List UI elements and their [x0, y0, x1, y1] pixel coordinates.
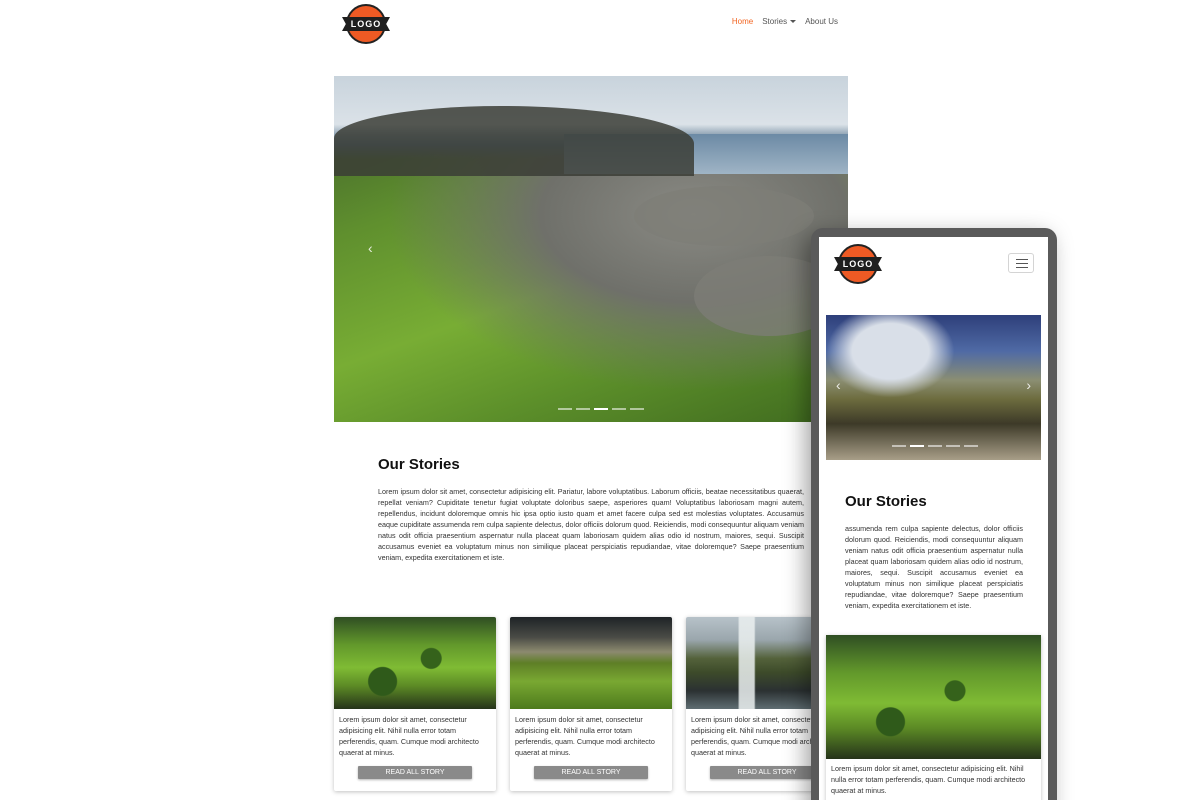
- carousel-indicator[interactable]: [946, 445, 960, 447]
- story-excerpt: Lorem ipsum dolor sit amet, consectetur …: [831, 764, 1026, 795]
- logo[interactable]: LOGO: [342, 4, 390, 44]
- hero-carousel: ‹: [334, 76, 848, 422]
- logo[interactable]: LOGO: [834, 244, 882, 284]
- story-cards: Lorem ipsum dolor sit amet, consectetur …: [334, 617, 848, 797]
- carousel-indicator[interactable]: [892, 445, 906, 447]
- story-card: Lorem ipsum dolor sit amet, consectetur …: [510, 617, 672, 791]
- story-image: [334, 617, 496, 709]
- logo-text: LOGO: [834, 257, 882, 271]
- stories-text: Lorem ipsum dolor sit amet, consectetur …: [378, 487, 804, 562]
- carousel-indicator[interactable]: [910, 445, 924, 447]
- phone-frame: LOGO ‹ › Our Stories assumenda rem culpa…: [811, 228, 1057, 800]
- carousel-indicator[interactable]: [964, 445, 978, 447]
- hamburger-icon: [1016, 263, 1028, 264]
- carousel-indicator[interactable]: [558, 408, 572, 410]
- desktop-nav: Home Stories About Us: [732, 17, 838, 26]
- carousel-indicator[interactable]: [594, 408, 608, 410]
- stories-text: assumenda rem culpa sapiente delectus, d…: [845, 524, 1023, 610]
- mockup-stage: LOGO Home Stories About Us ‹ Our Stories…: [0, 0, 1200, 800]
- story-card: Lorem ipsum dolor sit amet, consectetur …: [826, 635, 1041, 800]
- story-excerpt: Lorem ipsum dolor sit amet, consectetur …: [515, 715, 655, 757]
- mobile-hero-carousel: ‹ ›: [826, 315, 1041, 460]
- mobile-screen: LOGO ‹ › Our Stories assumenda rem culpa…: [819, 237, 1048, 800]
- hero-hill: [334, 106, 694, 176]
- menu-toggle-button[interactable]: [1008, 253, 1034, 273]
- story-card: Lorem ipsum dolor sit amet, consectetur …: [334, 617, 496, 791]
- carousel-indicator[interactable]: [612, 408, 626, 410]
- nav-stories-label: Stories: [762, 17, 788, 26]
- hero-rocks: [634, 186, 814, 246]
- read-all-story-button[interactable]: READ ALL STORY: [358, 766, 472, 779]
- carousel-next-icon[interactable]: ›: [1026, 377, 1031, 393]
- story-image: [510, 617, 672, 709]
- carousel-indicators: [892, 445, 978, 447]
- carousel-indicator[interactable]: [576, 408, 590, 410]
- stories-title: Our Stories: [845, 493, 927, 510]
- story-excerpt: Lorem ipsum dolor sit amet, consectetur …: [339, 715, 479, 757]
- carousel-indicator[interactable]: [928, 445, 942, 447]
- hamburger-icon: [1016, 267, 1028, 268]
- nav-stories[interactable]: Stories: [762, 17, 797, 26]
- desktop-view: LOGO Home Stories About Us ‹ Our Stories…: [334, 0, 848, 800]
- nav-home[interactable]: Home: [732, 17, 753, 26]
- carousel-prev-icon[interactable]: ‹: [368, 240, 373, 256]
- read-all-story-button[interactable]: READ ALL STORY: [534, 766, 648, 779]
- story-image: [826, 635, 1041, 759]
- carousel-indicators: [558, 408, 644, 410]
- carousel-prev-icon[interactable]: ‹: [836, 377, 841, 393]
- caret-down-icon: [790, 20, 797, 24]
- carousel-indicator[interactable]: [630, 408, 644, 410]
- nav-about-us[interactable]: About Us: [805, 17, 838, 26]
- hamburger-icon: [1016, 259, 1028, 260]
- desktop-header: LOGO Home Stories About Us: [334, 0, 848, 48]
- stories-title: Our Stories: [378, 456, 460, 473]
- logo-text: LOGO: [342, 17, 390, 31]
- mobile-header: LOGO: [819, 237, 1048, 297]
- read-all-story-button[interactable]: READ ALL STORY: [710, 766, 824, 779]
